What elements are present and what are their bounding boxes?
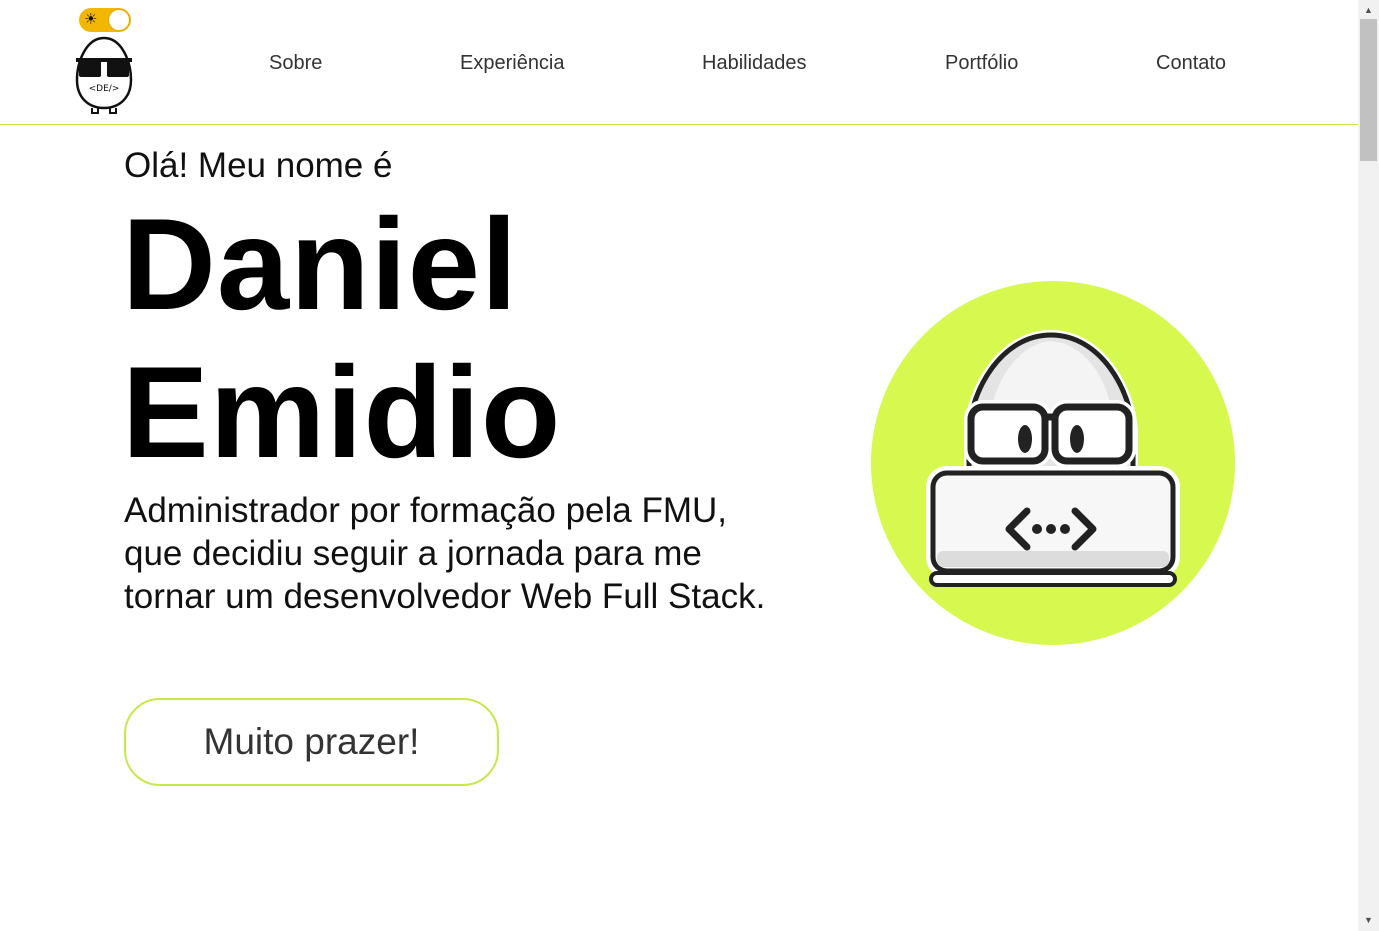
nav-item-experiencia[interactable]: Experiência: [460, 52, 565, 75]
scroll-up-arrow-icon[interactable]: ▲: [1358, 2, 1379, 19]
nav-item-habilidades[interactable]: Habilidades: [702, 52, 807, 75]
hero-greeting: Olá! Meu nome é: [124, 146, 393, 185]
code-egg-laptop-icon: [871, 281, 1235, 645]
page: ☀ <DE/> Sobre Experiência Habilidades Po…: [0, 0, 1358, 931]
toggle-knob: [108, 9, 130, 31]
hero-name: Daniel Emidio: [122, 190, 561, 486]
scrollbar-thumb[interactable]: [1360, 19, 1377, 161]
scroll-down-arrow-icon[interactable]: ▼: [1358, 912, 1379, 929]
logo-text: <DE/>: [89, 84, 120, 94]
hero-first-name: Daniel: [122, 191, 519, 337]
nav-item-contato[interactable]: Contato: [1156, 52, 1226, 75]
vertical-scrollbar[interactable]: ▲ ▼: [1358, 0, 1379, 931]
nav-item-sobre[interactable]: Sobre: [269, 52, 322, 75]
nav-item-portfolio[interactable]: Portfólio: [945, 52, 1018, 75]
main-nav: Sobre Experiência Habilidades Portfólio …: [0, 52, 1358, 78]
muito-prazer-button[interactable]: Muito prazer!: [124, 698, 499, 786]
theme-toggle[interactable]: ☀: [79, 8, 131, 32]
site-header: ☀ <DE/> Sobre Experiência Habilidades Po…: [0, 0, 1358, 125]
hero-last-name: Emidio: [122, 339, 562, 485]
hero-description: Administrador por formação pela FMU, que…: [124, 491, 766, 616]
sun-icon: ☀: [84, 11, 98, 28]
